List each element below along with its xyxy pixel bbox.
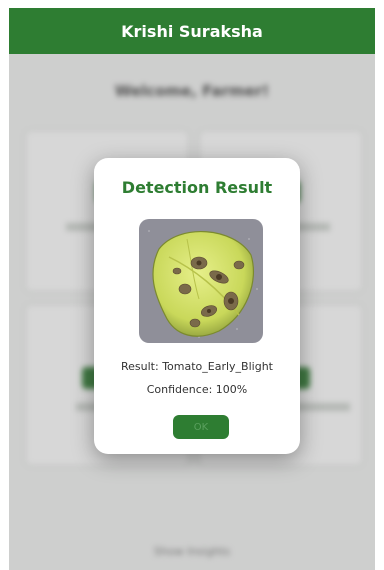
dialog-title: Detection Result xyxy=(121,178,273,197)
confidence-text: Confidence: 100% xyxy=(94,383,300,396)
leaf-photo-icon xyxy=(139,219,263,343)
ok-button[interactable]: OK xyxy=(173,415,229,439)
result-label: Result: xyxy=(121,360,159,373)
confidence-label: Confidence: xyxy=(146,383,213,396)
app-bar: Krishi Suraksha xyxy=(9,8,375,54)
ok-button-label: OK xyxy=(193,421,209,433)
detection-result-dialog: Detection Result Result: Tomato_Early_Bl… xyxy=(94,158,300,454)
result-text: Result: Tomato_Early_Blight xyxy=(94,360,300,373)
leaf-image xyxy=(139,219,263,343)
app-title: Krishi Suraksha xyxy=(121,21,263,41)
confidence-value: 100% xyxy=(215,383,248,396)
result-value: Tomato_Early_Blight xyxy=(162,360,273,373)
